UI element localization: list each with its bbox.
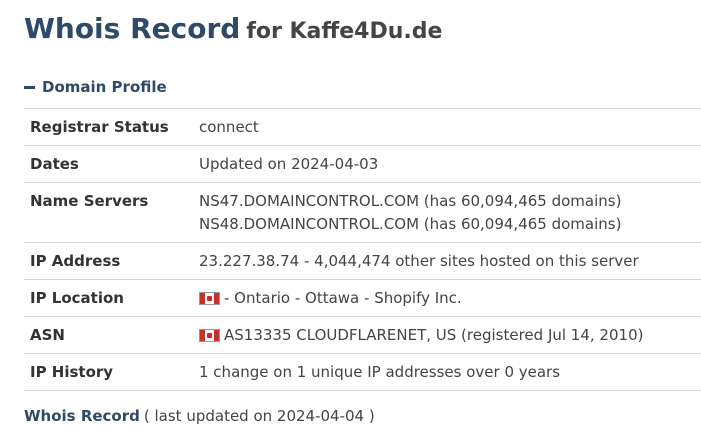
domain-profile-toggle[interactable]: Domain Profile [24,78,167,96]
row-name-servers: Name Servers NS47.DOMAINCONTROL.COM (has… [24,182,701,243]
row-label: ASN [24,316,193,354]
name-server-1: NS47.DOMAINCONTROL.COM (has 60,094,465 d… [199,192,622,210]
row-label: Registrar Status [24,108,193,146]
row-value: 23.227.38.74 - 4,044,474 other sites hos… [193,242,701,280]
page-title-main: Whois Record [24,12,241,45]
asn-value: AS13335 CLOUDFLARENET, US (registered Ju… [224,326,644,344]
page-title: Whois Record for Kaffe4Du.de [24,12,442,45]
canada-flag-icon [199,329,220,342]
row-asn: ASN AS13335 CLOUDFLARENET, US (registere… [24,316,701,354]
asn-line: AS13335 CLOUDFLARENET, US (registered Ju… [199,324,695,347]
row-value: connect [193,108,701,146]
registrar-status-value: connect [199,118,259,136]
row-ip-address: IP Address 23.227.38.74 - 4,044,474 othe… [24,242,701,280]
row-label: Dates [24,145,193,183]
domain-profile-heading: Domain Profile [42,78,167,96]
row-value: Updated on 2024-04-03 [193,145,701,183]
ip-location-value: - Ontario - Ottawa - Shopify Inc. [224,289,462,307]
footer: Whois Record( last updated on 2024-04-04… [24,407,375,425]
row-label: IP History [24,353,193,391]
ip-address-value: 23.227.38.74 - 4,044,474 other sites hos… [199,252,639,270]
row-dates: Dates Updated on 2024-04-03 [24,145,701,183]
collapse-minus-icon[interactable] [24,85,35,89]
row-label: IP Location [24,279,193,317]
row-label: Name Servers [24,182,193,243]
name-server-2: NS48.DOMAINCONTROL.COM (has 60,094,465 d… [199,215,622,233]
row-value: 1 change on 1 unique IP addresses over 0… [193,353,701,391]
row-ip-history: IP History 1 change on 1 unique IP addre… [24,353,701,391]
row-value: AS13335 CLOUDFLARENET, US (registered Ju… [193,316,701,354]
canada-flag-icon [199,292,220,305]
domain-profile-table: Registrar Status connect Dates Updated o… [24,108,701,391]
ip-location-line: - Ontario - Ottawa - Shopify Inc. [199,287,695,310]
last-updated-note: ( last updated on 2024-04-04 ) [143,407,375,425]
row-label: IP Address [24,242,193,280]
row-registrar-status: Registrar Status connect [24,108,701,146]
page-title-domain: for Kaffe4Du.de [246,19,443,44]
row-value: - Ontario - Ottawa - Shopify Inc. [193,279,701,317]
whois-record-link[interactable]: Whois Record [24,407,140,425]
row-value: NS47.DOMAINCONTROL.COM (has 60,094,465 d… [193,182,701,243]
dates-value: Updated on 2024-04-03 [199,155,379,173]
row-ip-location: IP Location - Ontario - Ottawa - Shopify… [24,279,701,317]
ip-history-value: 1 change on 1 unique IP addresses over 0… [199,363,561,381]
